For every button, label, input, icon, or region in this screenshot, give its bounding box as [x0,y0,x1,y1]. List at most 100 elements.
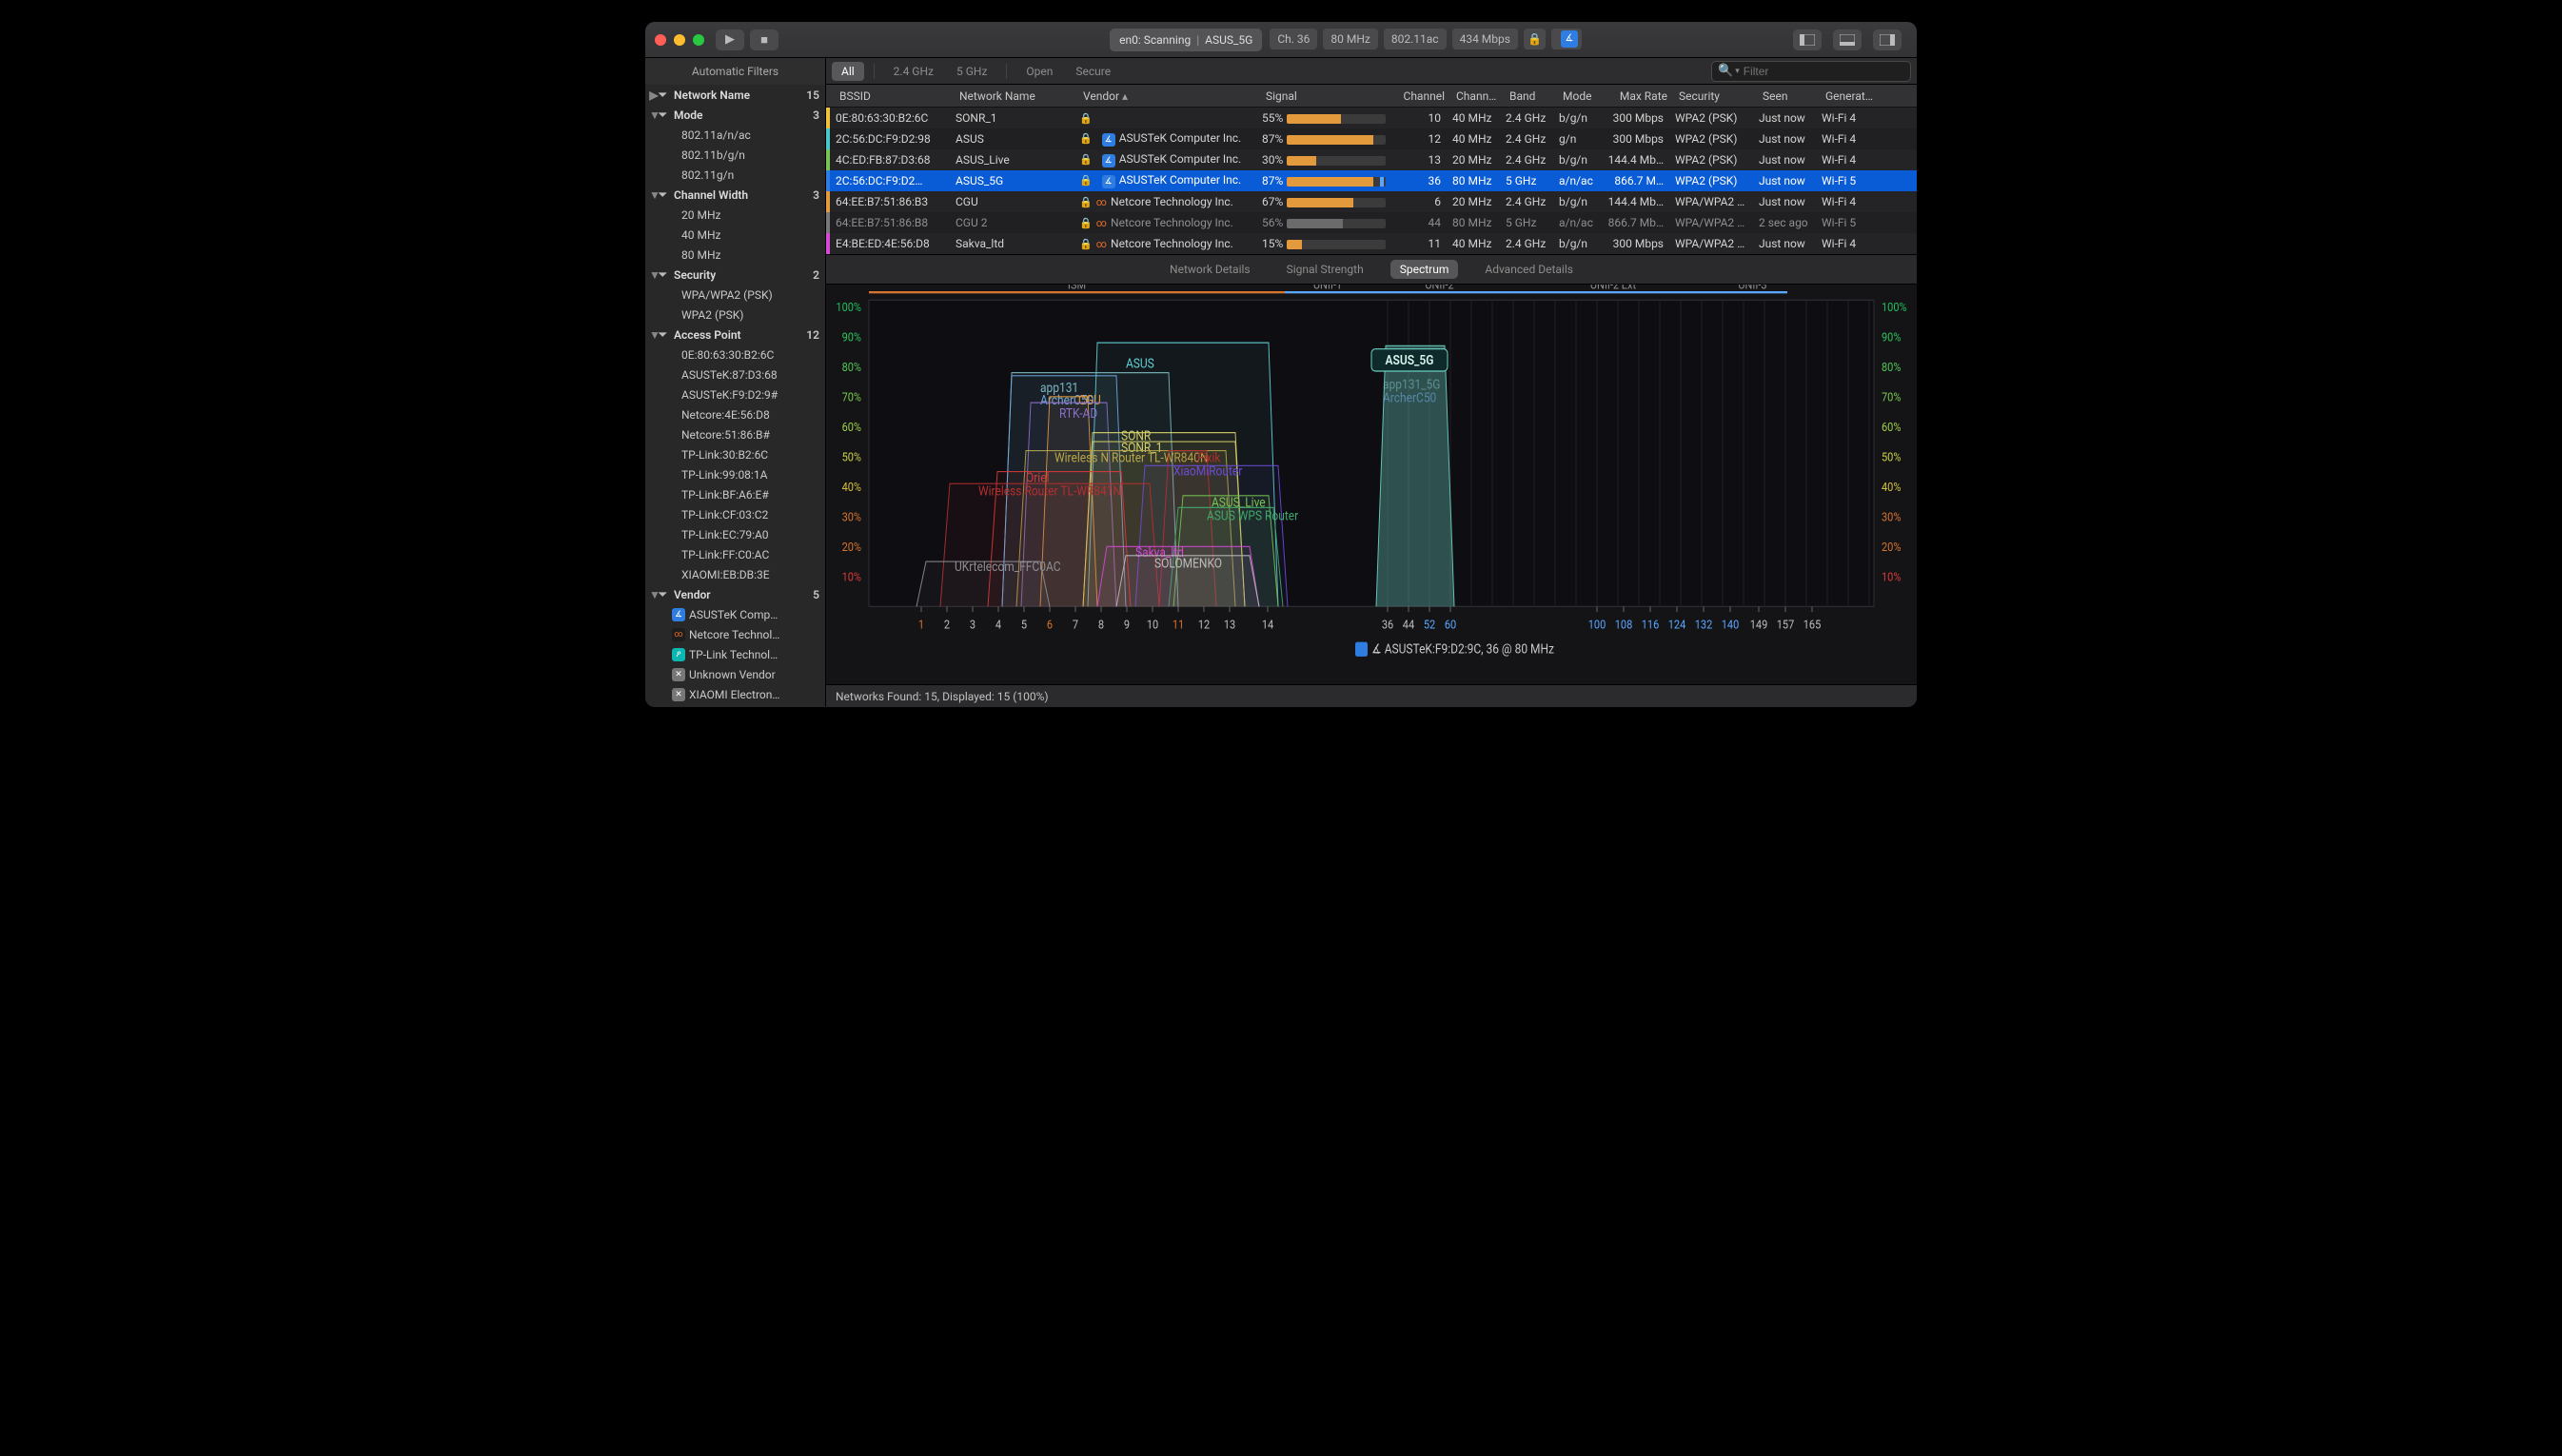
column-header[interactable]: Signal [1260,89,1397,103]
sidebar-item[interactable]: 20 MHz [645,205,825,225]
table-row[interactable]: 64:EE:B7:51:86:B3CGU🔒∞Netcore Technology… [826,191,1917,212]
layout-left-button[interactable] [1793,30,1822,50]
sidebar-item[interactable]: Netcore:4E:56:D8 [645,404,825,424]
sidebar-item[interactable]: ∡ASUSTeK Comp… [645,604,825,624]
chip-channel: Ch. 36 [1270,29,1317,49]
table-row[interactable]: 0E:80:63:30:B2:6CSONR_1🔒55%1040 MHz2.4 G… [826,108,1917,128]
column-header[interactable]: Security [1673,89,1757,103]
sidebar-item[interactable]: TP-Link:FF:C0:AC [645,544,825,564]
svg-text:2: 2 [944,618,950,632]
sidebar-item-label: TP-Link:99:08:1A [649,468,819,482]
sidebar-item[interactable]: TP-Link:99:08:1A [645,464,825,484]
lock-icon: 🔒 [1079,174,1093,187]
filter-tab[interactable]: 2.4 GHz [884,62,943,81]
cell-chanwidth: 40 MHz [1447,132,1500,146]
column-header[interactable]: Max Rate [1603,89,1673,103]
cell-signal: 30% [1256,153,1393,167]
close-icon[interactable] [655,34,666,46]
stop-button[interactable]: ■ [750,30,778,50]
layout-bottom-button[interactable] [1833,30,1862,50]
play-button[interactable]: ▶ [716,30,744,50]
column-header[interactable]: Chann… [1450,89,1504,103]
sidebar-item[interactable]: 40 MHz [645,225,825,245]
svg-text:100%: 100% [836,300,861,314]
filter-tab[interactable]: Open [1016,62,1062,81]
detail-tab[interactable]: Signal Strength [1277,260,1373,279]
sidebar-item[interactable]: TP-Link:CF:03:C2 [645,504,825,524]
chip-rate: 434 Mbps [1452,29,1518,49]
sidebar-item[interactable]: 0E:80:63:30:B2:6C [645,344,825,364]
zoom-icon[interactable] [693,34,704,46]
cell-generation: Wi-Fi 4 [1816,132,1877,146]
sidebar-item[interactable]: 802.11g/n [645,165,825,185]
cell-bssid: E4:BE:ED:4E:56:D8 [830,237,950,250]
cell-name: Sakva_ltd [950,237,1074,250]
sidebar-item[interactable]: ✕XIAOMI Electron… [645,684,825,704]
sidebar-item[interactable]: 802.11b/g/n [645,145,825,165]
layout-right-button[interactable] [1873,30,1902,50]
svg-text:14: 14 [1262,618,1274,632]
svg-text:Wireless Router TL-WR841N: Wireless Router TL-WR841N [978,484,1121,500]
filter-tab[interactable]: All [832,62,864,81]
column-header[interactable]: Mode [1557,89,1603,103]
lock-icon: 🔒 [1079,238,1093,250]
svg-text:80%: 80% [842,360,862,374]
column-header[interactable]: Network Name [954,89,1077,103]
minimize-icon[interactable] [674,34,685,46]
sidebar-group[interactable]: ▼⏷Channel Width3 [645,185,825,205]
table-row[interactable]: 64:EE:B7:51:86:B8CGU 2🔒∞Netcore Technolo… [826,212,1917,233]
sidebar-item[interactable]: XIAOMI:EB:DB:3E [645,564,825,584]
detail-tab[interactable]: Network Details [1160,260,1260,279]
sidebar-item[interactable]: ∞Netcore Technol… [645,624,825,644]
sidebar-group[interactable]: ▼⏷Access Point12 [645,325,825,344]
column-header[interactable]: Band [1504,89,1557,103]
column-header[interactable]: Channel [1397,89,1450,103]
sidebar-item[interactable]: Netcore:51:86:B# [645,424,825,444]
sidebar-item[interactable]: 802.11a/n/ac [645,125,825,145]
filter-tab[interactable]: Secure [1066,62,1120,81]
column-header[interactable]: BSSID [834,89,954,103]
column-header[interactable]: Seen [1757,89,1820,103]
column-header[interactable]: Vendor ▴ [1077,89,1260,103]
table-row[interactable]: 2C:56:DC:F9:D2:98ASUS🔒∡ASUSTeK Computer … [826,128,1917,149]
sidebar-item[interactable]: TP-Link:EC:79:A0 [645,524,825,544]
sidebar-item[interactable]: TP-Link:30:B2:6C [645,444,825,464]
sidebar-item[interactable]: ASUSTeK:87:D3:68 [645,364,825,384]
sidebar-item[interactable]: WPA/WPA2 (PSK) [645,285,825,305]
cell-bssid: 0E:80:63:30:B2:6C [830,111,950,125]
detail-tab[interactable]: Spectrum [1390,260,1459,279]
cell-security: WPA2 (PSK) [1669,174,1753,187]
svg-text:6: 6 [1047,618,1053,632]
svg-text:ISM: ISM [1068,285,1086,292]
sidebar-group[interactable]: ▼⏷Security2 [645,265,825,285]
detail-tab[interactable]: Advanced Details [1475,260,1583,279]
sidebar-item[interactable]: ✕Unknown Vendor [645,664,825,684]
filter-tab[interactable]: 5 GHz [947,62,996,81]
sidebar-item[interactable]: ዖTP-Link Technol… [645,644,825,664]
sidebar-item-label: ASUSTeK:F9:D2:9# [649,388,819,402]
table-row[interactable]: 4C:ED:FB:87:D3:68ASUS_Live🔒∡ASUSTeK Comp… [826,149,1917,170]
table-row[interactable]: 2C:56:DC:F9:D2…ASUS_5G🔒∡ASUSTeK Computer… [826,170,1917,191]
search-field[interactable]: 🔍 ▾ [1711,61,1911,82]
cell-channel: 44 [1393,216,1447,229]
sidebar-item[interactable]: WPA2 (PSK) [645,305,825,325]
sidebar-group[interactable]: ▼⏷Mode3 [645,105,825,125]
column-header[interactable]: Generation [1820,89,1881,103]
search-icon: 🔍 [1718,64,1733,78]
sidebar-item[interactable]: TP-Link:BF:A6:E# [645,484,825,504]
svg-text:40%: 40% [842,480,862,494]
cell-security: WPA/WPA2 (… [1669,195,1753,208]
sidebar-item-label: TP-Link:BF:A6:E# [649,488,819,502]
sidebar-group-label: Security [674,268,813,282]
cell-band: 2.4 GHz [1500,195,1553,208]
svg-text:5: 5 [1021,618,1027,632]
cell-seen: Just now [1753,174,1816,187]
sidebar-item-label: Unknown Vendor [689,668,776,681]
status-text: Networks Found: 15, Displayed: 15 (100%) [836,690,1049,703]
table-row[interactable]: E4:BE:ED:4E:56:D8Sakva_ltd🔒∞Netcore Tech… [826,233,1917,254]
sidebar-group[interactable]: ▼⏷Vendor5 [645,584,825,604]
search-input[interactable] [1742,64,1904,79]
sidebar-item[interactable]: ASUSTeK:F9:D2:9# [645,384,825,404]
sidebar-group[interactable]: ▶⏷Network Name15 [645,85,825,105]
sidebar-item[interactable]: 80 MHz [645,245,825,265]
